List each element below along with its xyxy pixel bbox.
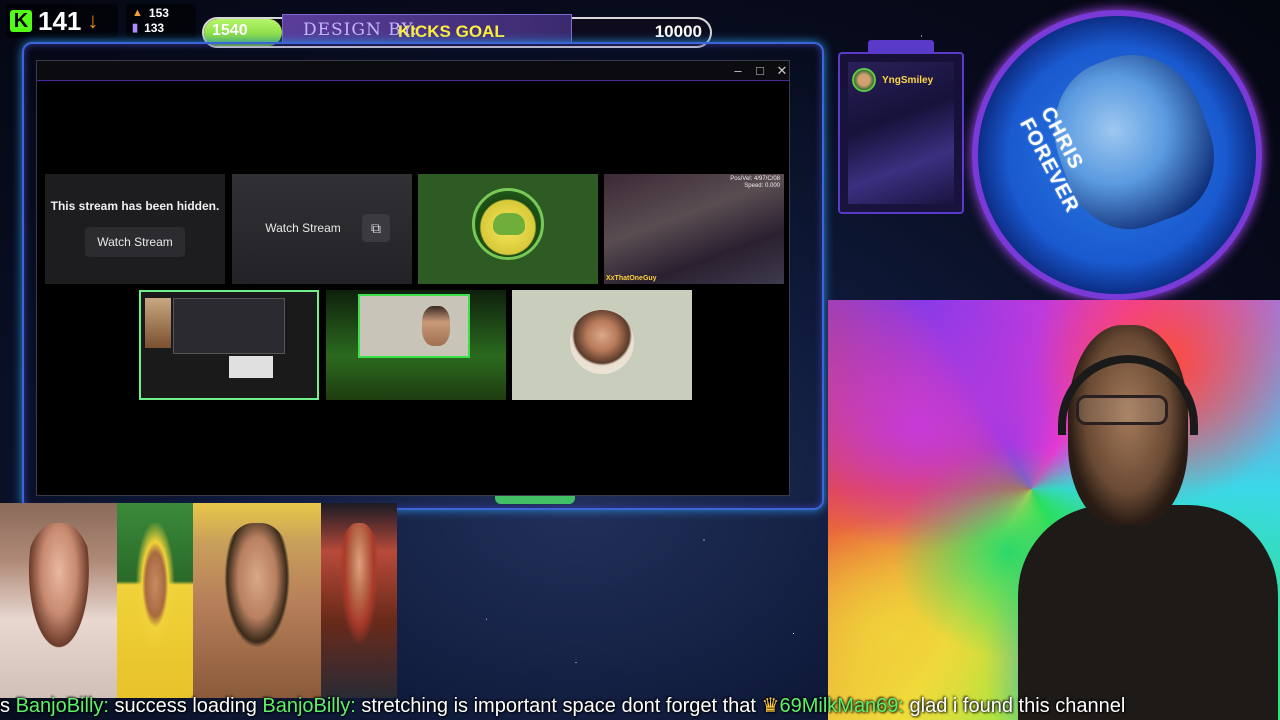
- popout-icon[interactable]: ⧉: [362, 214, 390, 242]
- kick-count-widget: K 141 ↓: [6, 4, 118, 38]
- watch-stream-button[interactable]: Watch Stream: [85, 227, 185, 257]
- streamer-body: [1018, 505, 1278, 720]
- multistream-window: – □ ✕ This stream has been hidden. Watch…: [36, 60, 790, 496]
- chat-ticker: s BanjoBilly: success loading BanjoBilly…: [0, 693, 1280, 720]
- down-arrow-icon: ↓: [87, 8, 99, 33]
- ticker-user: BanjoBilly:: [15, 695, 109, 717]
- mini-center: [229, 356, 273, 378]
- ticker-user: BanjoBilly:: [262, 695, 356, 717]
- chat-user: YngSmiley: [852, 68, 933, 92]
- followers-count: 133: [144, 21, 165, 35]
- guest-1-figure: [23, 523, 94, 660]
- minimize-button[interactable]: –: [729, 63, 747, 79]
- mini-stats: ▲ 153 ▮ 133: [126, 4, 196, 38]
- profile-avatar-icon: [570, 310, 634, 374]
- viewers-count: 153: [148, 6, 169, 20]
- guest-cam-4: [321, 503, 397, 698]
- hud-line-2: Speed: 0.000: [744, 183, 780, 189]
- ticker-message: stretching is important space dont forge…: [355, 695, 762, 717]
- guest-3-figure: [218, 523, 296, 660]
- chat-username: YngSmiley: [882, 74, 934, 86]
- watch-stream-button-2[interactable]: Watch Stream: [258, 214, 348, 242]
- guest-2-figure: [132, 523, 178, 660]
- guest-cam-2: [117, 503, 193, 698]
- bars-icon: ▮: [132, 22, 139, 34]
- hud-line-1: Pos/Vel: 4/97/C/08: [730, 176, 780, 182]
- crown-icon: ♛: [761, 695, 780, 717]
- ticker-user: 69MilkMan69:: [779, 695, 904, 717]
- guest-cam-3: [193, 503, 321, 698]
- stream-tile-screenshare[interactable]: [139, 290, 319, 400]
- stream-tile-2: Watch Stream ⧉: [232, 174, 412, 284]
- cam-face: [422, 306, 450, 346]
- goal-title: KICKS GOAL: [398, 22, 505, 41]
- close-button[interactable]: ✕: [773, 63, 791, 79]
- goal-current: 1540: [212, 22, 248, 39]
- guest-4-figure: [336, 523, 382, 660]
- streamer: [1018, 325, 1280, 720]
- stream-tile-hidden: This stream has been hidden. Watch Strea…: [45, 174, 225, 284]
- stream-tile-avatar[interactable]: [512, 290, 692, 400]
- ticker-message: success loading: [108, 695, 263, 717]
- mini-face: [145, 298, 171, 348]
- window-titlebar: – □ ✕: [37, 61, 789, 81]
- stream-tile-pepe[interactable]: [418, 174, 598, 284]
- stream-tile-webcam[interactable]: [326, 290, 506, 400]
- mini-window: [173, 298, 285, 354]
- streamer-webcam: [828, 300, 1280, 720]
- goal-target: 10000: [654, 22, 702, 41]
- chat-panel: YngSmiley: [838, 52, 964, 214]
- stream-tile-game[interactable]: Pos/Vel: 4/97/C/08 Speed: 0.000 XxThatOn…: [604, 174, 784, 284]
- pepe-avatar-icon: [472, 188, 544, 260]
- hidden-message: This stream has been hidden.: [50, 199, 220, 213]
- game-hud: Pos/Vel: 4/97/C/08 Speed: 0.000: [730, 176, 780, 190]
- chris-forever-emblem: CHRIS FOREVER: [972, 10, 1262, 300]
- ticker-fragment: s: [0, 695, 16, 717]
- game-player-tag: XxThatOneGuy: [606, 275, 657, 282]
- guest-cam-1: [0, 503, 117, 698]
- kick-count-value: 141: [38, 5, 82, 36]
- viewer-icon: ▲: [132, 7, 143, 19]
- ticker-message: glad i found this channel: [904, 695, 1126, 717]
- chat-avatar-icon: [852, 68, 876, 92]
- maximize-button[interactable]: □: [751, 63, 769, 79]
- cam-window: [358, 294, 470, 358]
- kick-logo-icon: K: [10, 10, 32, 32]
- glasses: [1076, 395, 1168, 425]
